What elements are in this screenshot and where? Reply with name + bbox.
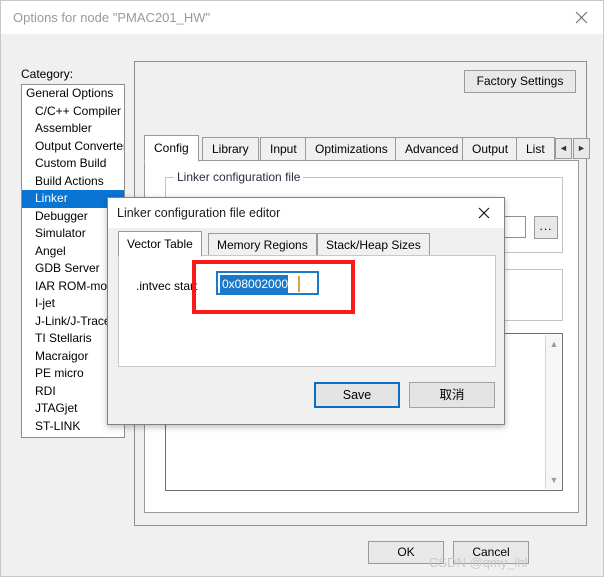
intvec-start-value: 0x08002000 <box>220 275 289 293</box>
category-item[interactable]: Output Converter <box>22 138 124 156</box>
vector-table-panel: .intvec start 0x08002000 <box>118 255 496 367</box>
tab-scroll-right-icon[interactable]: ► <box>573 138 590 159</box>
inner-dialog-title-bar: Linker configuration file editor <box>108 198 504 228</box>
save-button[interactable]: Save <box>314 382 400 408</box>
intvec-start-input[interactable]: 0x08002000 <box>216 271 319 295</box>
intvec-start-label: .intvec start <box>136 279 198 293</box>
factory-settings-button[interactable]: Factory Settings <box>464 70 576 93</box>
category-item[interactable]: Third-Party Driv <box>22 435 124 437</box>
window-title: Options for node "PMAC201_HW" <box>13 10 211 25</box>
linker-tab-strip: Config Library Input Optimizations Advan… <box>144 135 590 162</box>
ok-button[interactable]: OK <box>368 541 444 564</box>
symbols-scrollbar[interactable]: ▲ ▼ <box>545 335 561 489</box>
category-item[interactable]: Assembler <box>22 120 124 138</box>
category-item[interactable]: General Options <box>22 85 124 103</box>
chevron-up-icon[interactable]: ▲ <box>546 336 562 352</box>
window-title-bar: Options for node "PMAC201_HW" <box>1 1 603 34</box>
tab-advanced[interactable]: Advanced <box>395 137 469 161</box>
tab-output[interactable]: Output <box>462 137 519 161</box>
tab-optimizations[interactable]: Optimizations <box>305 137 398 161</box>
tab-config[interactable]: Config <box>144 135 199 162</box>
linker-config-browse-button[interactable]: ... <box>534 216 558 239</box>
tab-memory-regions[interactable]: Memory Regions <box>208 233 317 256</box>
inner-dialog-tab-strip: Vector Table Memory Regions Stack/Heap S… <box>118 231 496 257</box>
tab-input[interactable]: Input <box>260 137 307 161</box>
linker-config-editor-dialog: Linker configuration file editor Vector … <box>107 197 505 425</box>
close-icon[interactable] <box>464 198 504 228</box>
category-item[interactable]: C/C++ Compiler <box>22 103 124 121</box>
cancel-button[interactable]: Cancel <box>453 541 529 564</box>
inner-dialog-title: Linker configuration file editor <box>117 206 281 220</box>
tab-library[interactable]: Library <box>202 137 259 161</box>
category-item[interactable]: Build Actions <box>22 173 124 191</box>
chevron-down-icon[interactable]: ▼ <box>546 472 562 488</box>
close-icon[interactable] <box>559 1 603 34</box>
linker-config-group-title: Linker configuration file <box>174 170 304 184</box>
tab-list[interactable]: List <box>516 137 555 161</box>
tab-stack-heap-sizes[interactable]: Stack/Heap Sizes <box>317 233 430 256</box>
category-item[interactable]: Custom Build <box>22 155 124 173</box>
tab-scroll-left-icon[interactable]: ◄ <box>555 138 572 159</box>
tab-vector-table[interactable]: Vector Table <box>118 231 202 257</box>
inner-cancel-button[interactable]: 取消 <box>409 382 495 408</box>
text-caret <box>298 276 300 292</box>
options-window: Options for node "PMAC201_HW" Category: … <box>0 0 604 577</box>
category-label: Category: <box>21 67 74 81</box>
